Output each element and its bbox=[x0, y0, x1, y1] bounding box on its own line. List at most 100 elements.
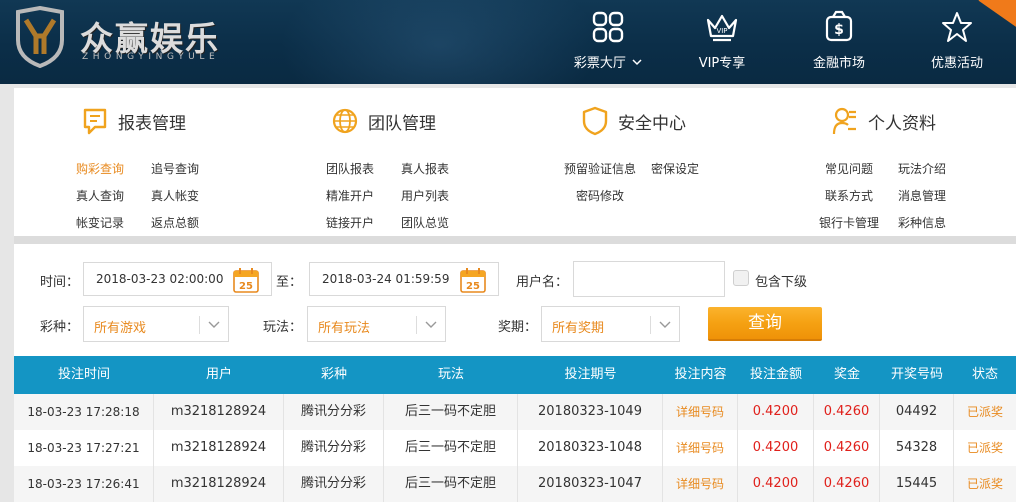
link-password-change[interactable]: 密码修改 bbox=[576, 187, 624, 204]
cell-lottery: 腾讯分分彩 bbox=[284, 394, 384, 430]
cell-bet-amount: 0.4200 bbox=[738, 466, 814, 502]
link-link-account-open[interactable]: 链接开户 bbox=[326, 214, 374, 231]
cell-period: 20180323-1049 bbox=[518, 394, 663, 430]
cell-status: 已派奖 bbox=[966, 405, 1003, 419]
cell-prize: 0.4260 bbox=[814, 466, 880, 502]
globe-icon bbox=[332, 108, 358, 134]
brand-logo[interactable]: 众赢娱乐 ZHONGYINGYULE bbox=[14, 6, 254, 70]
col-prize[interactable]: 奖金 bbox=[814, 356, 880, 394]
nav-label: VIP专享 bbox=[698, 56, 746, 71]
detail-numbers-link[interactable]: 详细号码 bbox=[663, 466, 738, 502]
link-lottery-info[interactable]: 彩种信息 bbox=[898, 214, 946, 231]
detail-numbers-link[interactable]: 详细号码 bbox=[663, 430, 738, 466]
user-profile-icon bbox=[832, 107, 856, 135]
link-live-query[interactable]: 真人查询 bbox=[76, 187, 124, 204]
username-input[interactable] bbox=[573, 261, 725, 297]
select-divider bbox=[416, 316, 417, 334]
col-play[interactable]: 玩法 bbox=[384, 356, 518, 394]
menu-group-title: 个人资料 bbox=[868, 113, 936, 134]
brand-name-pinyin: ZHONGYINGYULE bbox=[82, 52, 220, 62]
period-select[interactable]: 所有奖期 bbox=[541, 306, 680, 342]
lottery-label: 彩种： bbox=[40, 320, 80, 335]
col-draw-number[interactable]: 开奖号码 bbox=[880, 356, 954, 394]
start-time-input[interactable]: 2018-03-23 02:00:00 25 bbox=[83, 262, 272, 296]
nav-vip[interactable]: VIP VIP专享 bbox=[672, 10, 772, 74]
cell-draw-number: 04492 bbox=[880, 394, 954, 430]
lottery-select-value: 所有游戏 bbox=[94, 321, 147, 336]
calendar-icon[interactable]: 25 bbox=[460, 267, 486, 293]
top-header: 众赢娱乐 ZHONGYINGYULE 彩票大厅 VIP VIP专享 $ 金融市场 bbox=[0, 0, 1016, 84]
link-rebate-total[interactable]: 返点总额 bbox=[151, 214, 199, 231]
link-team-report[interactable]: 团队报表 bbox=[326, 160, 374, 177]
period-label: 奖期： bbox=[498, 320, 538, 335]
link-security-question-setup[interactable]: 密保设定 bbox=[651, 160, 699, 177]
table-row[interactable]: 18-03-23 17:28:18 m3218128924 腾讯分分彩 后三一码… bbox=[14, 394, 1016, 430]
nav-promotions[interactable]: 优惠活动 bbox=[907, 10, 1007, 74]
menu-group-title: 报表管理 bbox=[118, 113, 186, 134]
link-message-management[interactable]: 消息管理 bbox=[898, 187, 946, 204]
lottery-select[interactable]: 所有游戏 bbox=[83, 306, 229, 342]
cell-status: 已派奖 bbox=[966, 477, 1003, 491]
link-bet-query[interactable]: 购彩查询 bbox=[76, 160, 124, 177]
include-subordinates-checkbox[interactable] bbox=[733, 270, 749, 286]
main-panel: 报表管理 团队管理 安全中心 个人资料 购彩查询 追号查询 真人查询 真人帐变 … bbox=[14, 88, 1016, 502]
cell-period: 20180323-1047 bbox=[518, 466, 663, 502]
link-live-report[interactable]: 真人报表 bbox=[401, 160, 449, 177]
col-bet-time[interactable]: 投注时间 bbox=[14, 356, 154, 394]
cell-bet-time: 18-03-23 17:28:18 bbox=[14, 394, 154, 430]
link-bank-card-management[interactable]: 银行卡管理 bbox=[819, 214, 879, 231]
cell-prize: 0.4260 bbox=[814, 430, 880, 466]
star-icon bbox=[942, 12, 972, 42]
chevron-down-icon bbox=[632, 59, 642, 66]
money-bag-icon: $ bbox=[825, 10, 853, 42]
cell-bet-amount: 0.4200 bbox=[738, 394, 814, 430]
col-status[interactable]: 状态 bbox=[954, 356, 1016, 394]
calendar-icon[interactable]: 25 bbox=[233, 267, 259, 293]
shield-icon bbox=[582, 106, 608, 136]
include-subordinates-label: 包含下级 bbox=[755, 275, 808, 290]
end-time-input[interactable]: 2018-03-24 01:59:59 25 bbox=[309, 262, 499, 296]
cell-lottery: 腾讯分分彩 bbox=[284, 466, 384, 502]
menu-group-reports: 报表管理 bbox=[82, 104, 186, 138]
calendar-day: 25 bbox=[239, 281, 253, 292]
time-label: 时间： bbox=[40, 275, 80, 290]
menu-group-title: 团队管理 bbox=[368, 113, 436, 134]
nav-lottery-hall[interactable]: 彩票大厅 bbox=[558, 10, 658, 74]
table-row[interactable]: 18-03-23 17:26:41 m3218128924 腾讯分分彩 后三一码… bbox=[14, 466, 1016, 502]
link-play-intro[interactable]: 玩法介绍 bbox=[898, 160, 946, 177]
link-reserved-verification[interactable]: 预留验证信息 bbox=[564, 160, 636, 177]
col-period[interactable]: 投注期号 bbox=[518, 356, 663, 394]
nav-financial-market[interactable]: $ 金融市场 bbox=[789, 10, 889, 74]
link-contact[interactable]: 联系方式 bbox=[825, 187, 873, 204]
to-label: 至： bbox=[276, 275, 303, 290]
end-time-value: 2018-03-24 01:59:59 bbox=[322, 272, 450, 286]
period-select-value: 所有奖期 bbox=[552, 321, 605, 336]
link-chase-query[interactable]: 追号查询 bbox=[151, 160, 199, 177]
grid-icon bbox=[592, 11, 624, 43]
table-row[interactable]: 18-03-23 17:27:21 m3218128924 腾讯分分彩 后三一码… bbox=[14, 430, 1016, 466]
detail-numbers-link[interactable]: 详细号码 bbox=[663, 394, 738, 430]
link-precise-account-open[interactable]: 精准开户 bbox=[326, 187, 374, 204]
col-lottery[interactable]: 彩种 bbox=[284, 356, 384, 394]
cell-draw-number: 54328 bbox=[880, 430, 954, 466]
link-account-change-records[interactable]: 帐变记录 bbox=[76, 214, 124, 231]
link-user-list[interactable]: 用户列表 bbox=[401, 187, 449, 204]
link-team-overview[interactable]: 团队总览 bbox=[401, 214, 449, 231]
cell-lottery: 腾讯分分彩 bbox=[284, 430, 384, 466]
calendar-day: 25 bbox=[466, 281, 480, 292]
nav-label: 彩票大厅 bbox=[573, 56, 626, 71]
table-header: 投注时间 用户 彩种 玩法 投注期号 投注内容 投注金额 奖金 开奖号码 状态 bbox=[14, 356, 1016, 394]
cell-bet-amount: 0.4200 bbox=[738, 430, 814, 466]
cell-play: 后三一码不定胆 bbox=[384, 430, 518, 466]
play-select[interactable]: 所有玩法 bbox=[307, 306, 446, 342]
search-button[interactable]: 查询 bbox=[708, 307, 822, 341]
cell-user: m3218128924 bbox=[154, 394, 284, 430]
col-user[interactable]: 用户 bbox=[154, 356, 284, 394]
col-bet-content[interactable]: 投注内容 bbox=[663, 356, 738, 394]
link-faq[interactable]: 常见问题 bbox=[825, 160, 873, 177]
cell-user: m3218128924 bbox=[154, 430, 284, 466]
start-time-value: 2018-03-23 02:00:00 bbox=[96, 272, 224, 286]
col-bet-amount[interactable]: 投注金额 bbox=[738, 356, 814, 394]
link-live-account-change[interactable]: 真人帐变 bbox=[151, 187, 199, 204]
select-divider bbox=[650, 316, 651, 334]
